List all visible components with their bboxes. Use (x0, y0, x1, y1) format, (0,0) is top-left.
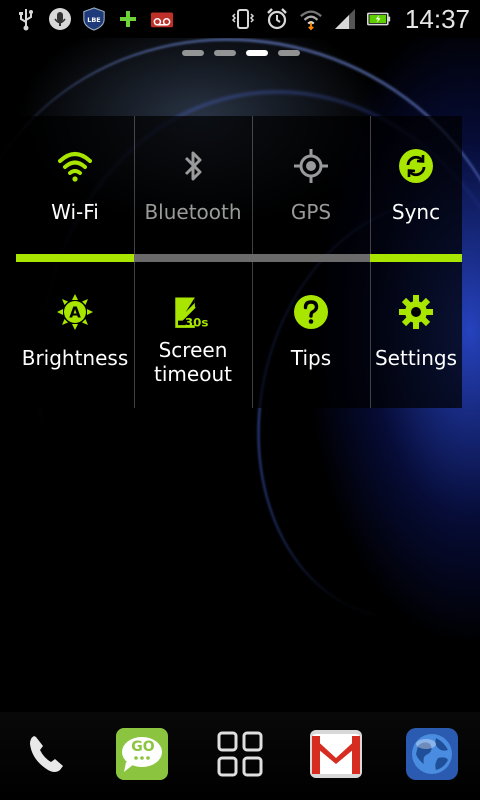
sync-toggle[interactable]: Sync (370, 116, 462, 262)
wifi-icon (55, 146, 95, 186)
go-sms-text: GO (131, 739, 154, 755)
sync-label: Sync (391, 200, 441, 224)
sync-state-bar (370, 254, 462, 262)
brightness-auto-icon: A (55, 292, 95, 332)
page-indicator[interactable] (182, 50, 300, 56)
microphone-icon (48, 7, 72, 31)
page-dot[interactable] (278, 50, 300, 56)
page-dot-active[interactable] (246, 50, 268, 56)
page-dot[interactable] (214, 50, 236, 56)
bluetooth-icon (173, 146, 213, 186)
gps-label: GPS (290, 200, 332, 224)
settings-button[interactable]: Settings (370, 262, 462, 408)
tips-button[interactable]: Tips (252, 262, 370, 408)
settings-gear-icon (396, 292, 436, 332)
phone-app[interactable] (18, 728, 74, 784)
browser-app[interactable] (404, 728, 460, 784)
gmail-app[interactable] (308, 728, 364, 784)
go-sms-icon: GO (114, 726, 170, 786)
add-icon (116, 7, 140, 31)
tips-label: Tips (290, 346, 332, 370)
bluetooth-label: Bluetooth (144, 200, 242, 224)
lbe-text: LBE (87, 16, 100, 24)
bluetooth-state-bar (134, 254, 252, 262)
voicemail-icon (150, 7, 174, 31)
wifi-state-bar (16, 254, 134, 262)
gmail-icon (308, 726, 364, 786)
usb-icon (14, 7, 38, 31)
svg-text:A: A (69, 304, 81, 322)
gps-toggle[interactable]: GPS (252, 116, 370, 262)
gps-icon (291, 146, 331, 186)
screen-timeout-button[interactable]: 30s Screen timeout (134, 262, 252, 408)
browser-globe-icon (404, 726, 460, 786)
quick-settings-panel: Wi-Fi Bluetooth GPS Sync A Brightness 30… (0, 116, 462, 408)
wifi-label: Wi-Fi (51, 200, 99, 224)
clock: 14:37 (404, 3, 470, 34)
page-dot[interactable] (182, 50, 204, 56)
screen-timeout-icon: 30s (173, 292, 213, 332)
phone-icon (22, 730, 70, 782)
lbe-shield-icon: LBE (82, 7, 106, 31)
status-bar[interactable]: LBE 14:37 (0, 0, 480, 38)
wifi-toggle[interactable]: Wi-Fi (16, 116, 134, 262)
status-bar-system: 14:37 (231, 0, 470, 38)
app-drawer-icon (215, 729, 265, 783)
sync-icon (396, 146, 436, 186)
brightness-label: Brightness (21, 346, 129, 370)
cell-signal-icon (333, 7, 357, 31)
vibrate-icon (231, 7, 255, 31)
wifi-signal-icon (299, 7, 323, 31)
timeout-value: 30s (185, 316, 208, 330)
screen-timeout-label: Screen timeout (154, 338, 232, 386)
gps-state-bar (252, 254, 370, 262)
dock: GO (0, 712, 480, 800)
bluetooth-toggle[interactable]: Bluetooth (134, 116, 252, 262)
help-icon (291, 292, 331, 332)
alarm-icon (265, 7, 289, 31)
settings-label: Settings (374, 346, 458, 370)
battery-charging-icon (366, 7, 391, 31)
status-bar-notifications: LBE (0, 0, 174, 38)
app-drawer-button[interactable] (212, 728, 268, 784)
brightness-button[interactable]: A Brightness (16, 262, 134, 408)
go-sms-app[interactable]: GO (114, 728, 170, 784)
